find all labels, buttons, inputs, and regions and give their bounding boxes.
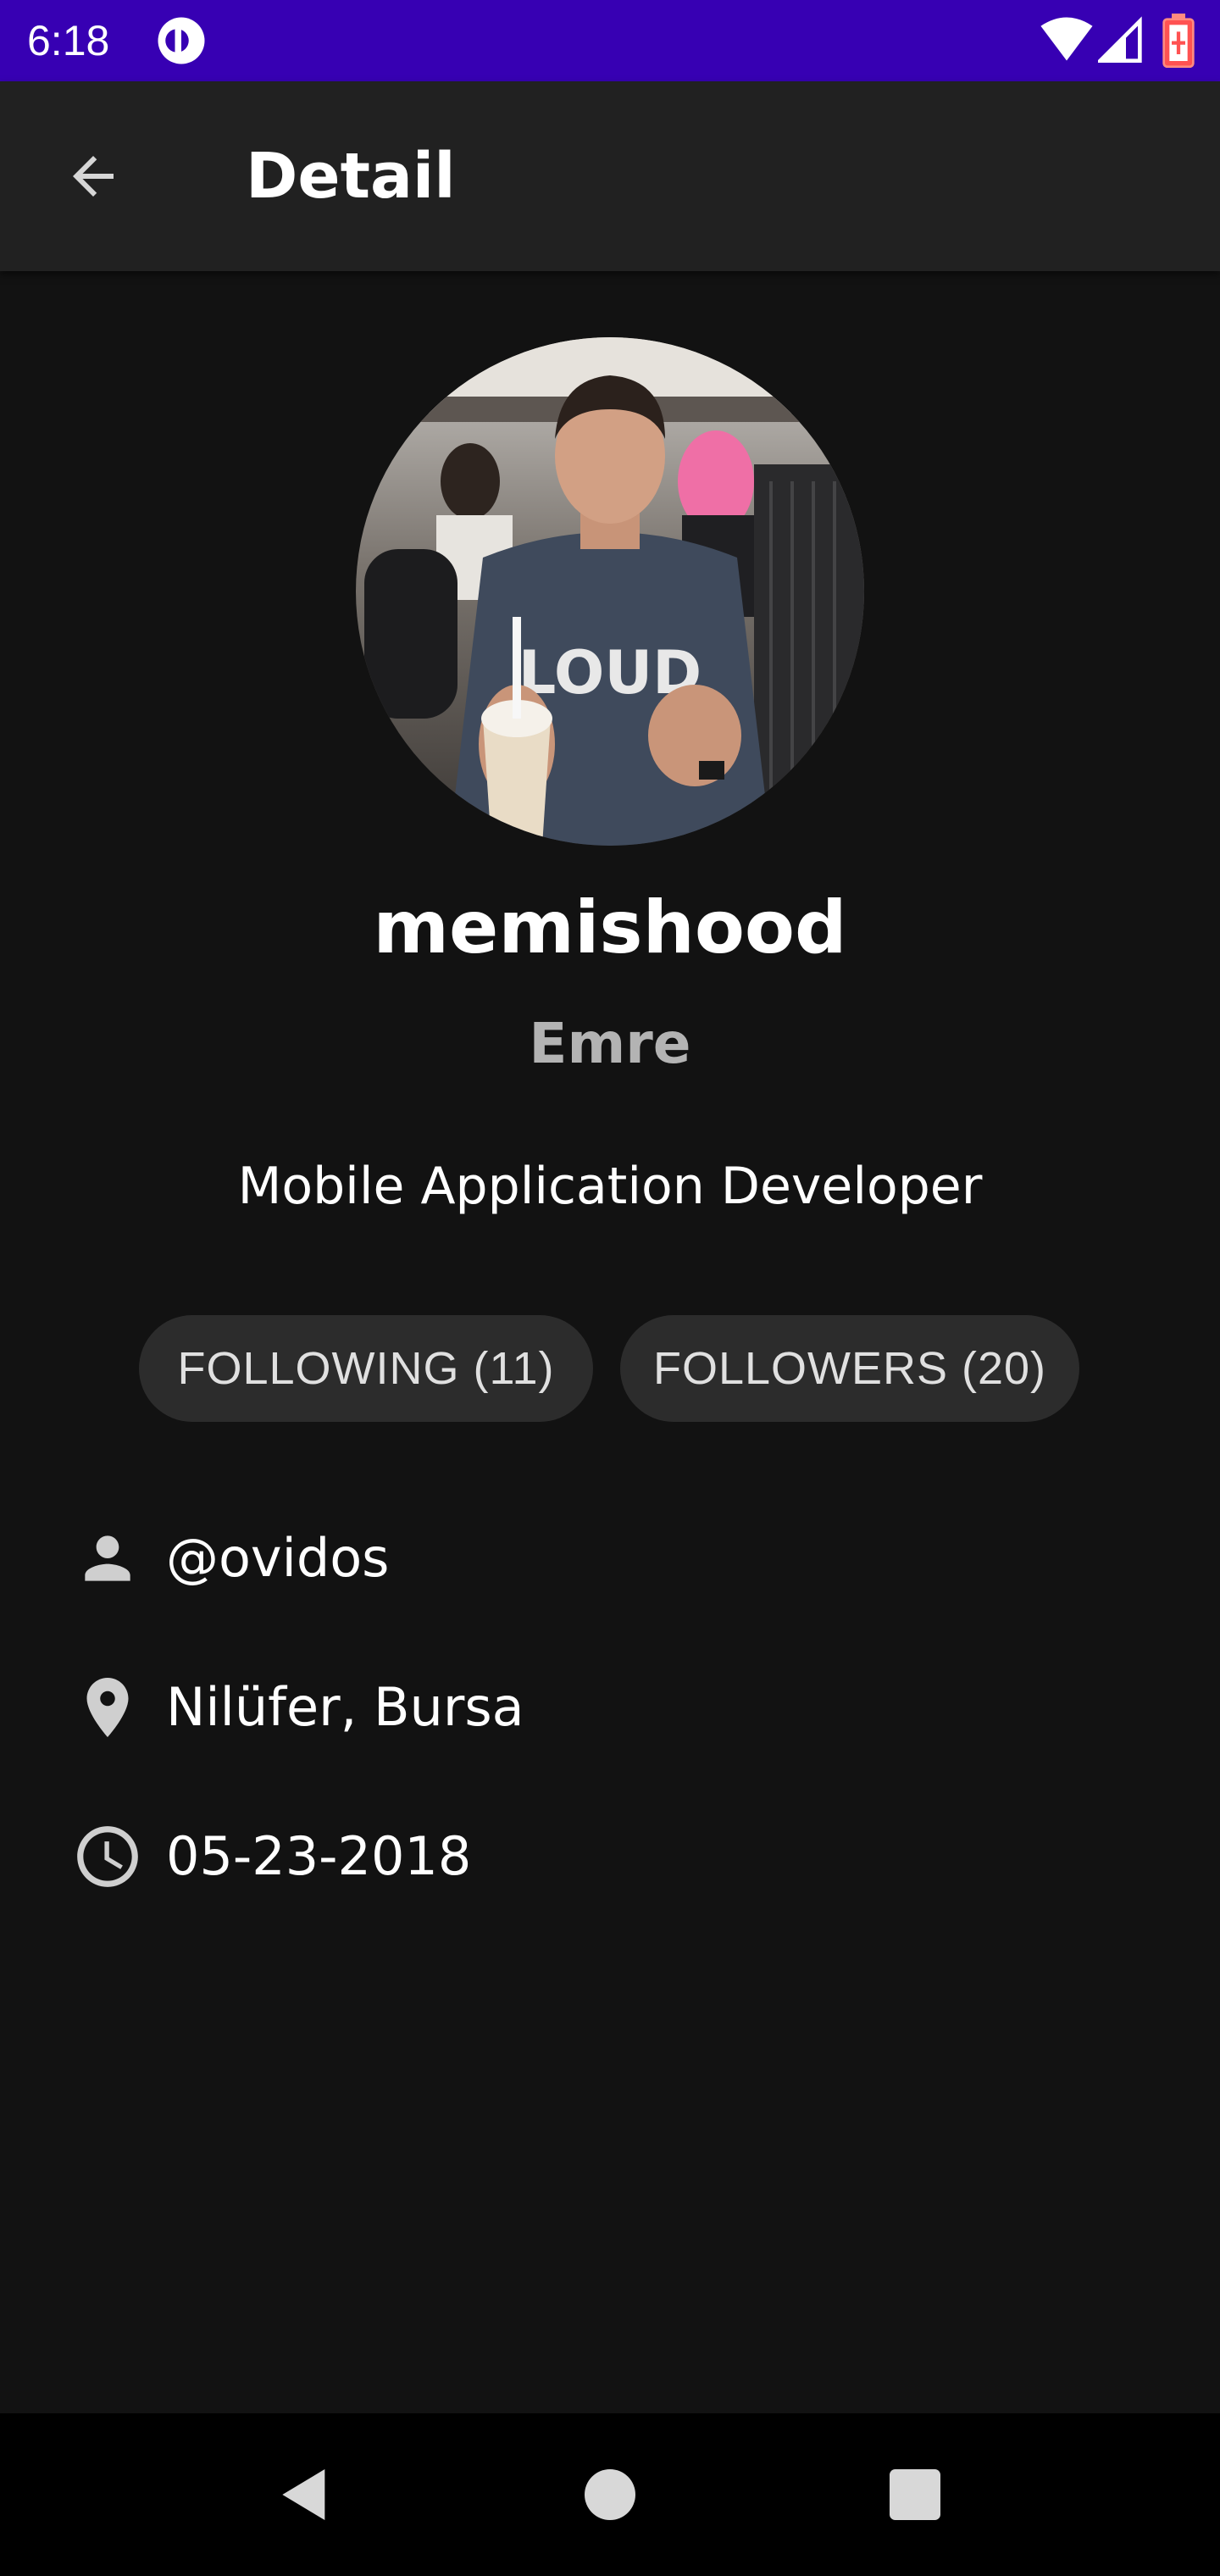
nav-back-icon[interactable] <box>271 2461 339 2529</box>
arrow-back-icon <box>73 156 114 197</box>
bio: Mobile Application Developer <box>237 1157 983 1216</box>
info-row-location: Nilüfer, Bursa <box>0 1661 1220 1754</box>
nav-recents-icon[interactable] <box>881 2461 949 2529</box>
app-bar: Detail <box>0 81 1220 271</box>
person-icon <box>71 1522 144 1595</box>
clock-icon <box>71 1820 144 1893</box>
location-text: Nilüfer, Bursa <box>166 1676 524 1738</box>
page-title: Detail <box>246 140 456 213</box>
avatar-photo: LOUD <box>356 337 864 846</box>
login-text: @ovidos <box>166 1527 390 1589</box>
signal-icon <box>1098 16 1142 63</box>
followers-chip-label: FOLLOWERS (20) <box>652 1343 1047 1394</box>
username: memishood <box>373 886 847 970</box>
wifi-icon <box>1040 17 1093 61</box>
status-bar: 6:18 <box>0 0 1220 81</box>
avatar: LOUD <box>356 337 864 846</box>
followers-chip[interactable]: FOLLOWERS (20) <box>620 1315 1079 1422</box>
following-chip-label: FOLLOWING (11) <box>177 1343 555 1394</box>
nav-home-icon[interactable] <box>576 2461 644 2529</box>
location-pin-icon <box>71 1671 144 1744</box>
back-button[interactable] <box>44 127 142 225</box>
date-text: 05-23-2018 <box>166 1825 472 1887</box>
app-notification-icon <box>158 17 205 64</box>
following-chip[interactable]: FOLLOWING (11) <box>139 1315 593 1422</box>
status-time: 6:18 <box>27 17 110 64</box>
battery-icon <box>1162 14 1195 68</box>
info-row-login: @ovidos <box>0 1512 1220 1605</box>
real-name: Emre <box>529 1011 691 1076</box>
system-nav-bar <box>0 2413 1220 2576</box>
info-row-date: 05-23-2018 <box>0 1810 1220 1903</box>
detail-screen: 6:18 Detail LOUD memishood Emre Mobile A… <box>0 0 1220 2576</box>
